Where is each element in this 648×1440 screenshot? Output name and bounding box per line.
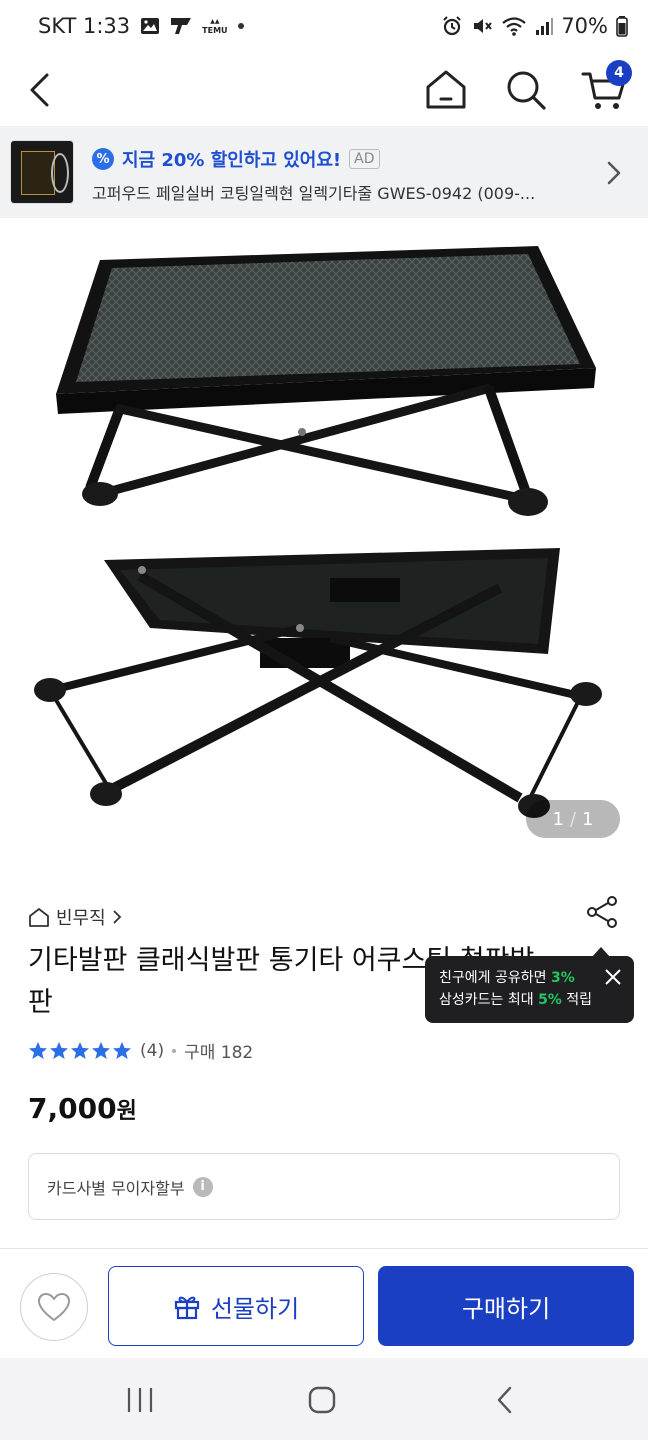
alarm-icon xyxy=(441,15,463,37)
installment-label: 카드사별 무이자할부 xyxy=(47,1178,185,1198)
product-image[interactable]: 1 / 1 xyxy=(0,218,648,866)
price-currency: 원 xyxy=(116,1099,137,1124)
ad-headline: 지금 20% 할인하고 있어요! xyxy=(122,150,342,171)
ad-product-thumbnail xyxy=(10,140,74,204)
chevron-right-icon xyxy=(113,910,121,924)
top-nav: 4 xyxy=(0,56,648,126)
home-system-button[interactable] xyxy=(302,1380,342,1420)
wifi-icon xyxy=(501,15,527,37)
price-value: 7,000 xyxy=(28,1092,117,1125)
home-button[interactable] xyxy=(416,60,476,120)
installment-info-box[interactable]: 카드사별 무이자할부 i xyxy=(28,1153,620,1220)
ad-product-name: 고퍼우드 페일실버 코팅일렉현 일렉기타줄 GWES-0942 (009-... xyxy=(92,184,536,203)
tooltip-close-button[interactable] xyxy=(604,968,622,986)
home-outline-icon xyxy=(29,908,49,927)
gift-button[interactable]: 선물하기 xyxy=(108,1266,364,1346)
price: 7,000 원 xyxy=(28,1092,137,1125)
cart-button[interactable]: 4 xyxy=(574,60,634,120)
ad-banner[interactable]: % 지금 20% 할인하고 있어요! AD 고퍼우드 페일실버 코팅일렉현 일렉… xyxy=(0,126,648,218)
bottom-action-bar: 선물하기 구매하기 xyxy=(0,1248,648,1358)
chevron-left-icon xyxy=(30,73,49,107)
back-arrow-icon xyxy=(497,1386,512,1414)
wishlist-button[interactable] xyxy=(20,1273,88,1341)
close-icon xyxy=(605,969,621,985)
share-button[interactable] xyxy=(580,890,624,934)
brand-link[interactable]: 빈무직 xyxy=(28,904,122,930)
search-button[interactable] xyxy=(496,60,556,120)
battery-percent: 70% xyxy=(561,14,608,38)
search-icon xyxy=(507,71,546,110)
product-info: 빈무직 기타발판 클래식발판 통기타 어쿠스틱 철판발판 친구에게 공유하면 3… xyxy=(0,866,648,1256)
purchase-count: 구매 182 xyxy=(184,1043,254,1063)
notification-dot-icon xyxy=(237,23,244,29)
footstool-photo xyxy=(34,246,602,818)
gift-icon xyxy=(174,1296,199,1320)
image-counter: 1 / 1 xyxy=(526,800,620,838)
home-icon xyxy=(426,70,466,109)
star-icon xyxy=(113,1041,131,1059)
gift-label: 선물하기 xyxy=(210,1294,300,1323)
signal-icon xyxy=(535,16,554,36)
recent-apps-icon xyxy=(127,1388,153,1412)
buy-button[interactable]: 구매하기 xyxy=(378,1266,634,1346)
home-circle-icon xyxy=(308,1386,336,1414)
info-icon[interactable]: i xyxy=(192,1176,213,1197)
heart-icon xyxy=(38,1293,70,1321)
star-icon xyxy=(50,1041,68,1059)
system-back-button[interactable] xyxy=(484,1380,524,1420)
discount-badge-icon: % xyxy=(92,148,114,170)
star-rating xyxy=(28,1041,132,1061)
star-icon xyxy=(71,1041,89,1059)
battery-icon xyxy=(616,15,628,37)
tving-icon xyxy=(170,16,192,36)
brand-name: 빈무직 xyxy=(56,908,106,929)
recent-apps-button[interactable] xyxy=(120,1380,160,1420)
system-navigation-bar xyxy=(0,1358,648,1440)
cart-count-badge: 4 xyxy=(606,60,632,86)
star-icon xyxy=(92,1041,110,1059)
review-count: (4) xyxy=(140,1040,165,1061)
share-icon xyxy=(587,896,617,928)
rating-row[interactable]: (4) 구매 182 xyxy=(28,1038,253,1063)
carrier-time: SKT 1:33 xyxy=(38,14,131,38)
mute-icon xyxy=(471,15,493,37)
buy-label: 구매하기 xyxy=(461,1294,551,1323)
separator-dot xyxy=(172,1048,177,1053)
ad-tag: AD xyxy=(349,149,380,169)
status-bar: SKT 1:33 ▲▲ TEMU 70% xyxy=(0,0,648,56)
back-button[interactable] xyxy=(10,60,70,120)
share-reward-tooltip: 친구에게 공유하면 3% 삼성카드는 최대 5% 적립 xyxy=(425,947,634,1023)
star-icon xyxy=(29,1041,47,1059)
chevron-right-icon xyxy=(606,160,622,190)
image-icon xyxy=(140,16,160,36)
temu-icon: ▲▲ TEMU xyxy=(202,18,228,35)
